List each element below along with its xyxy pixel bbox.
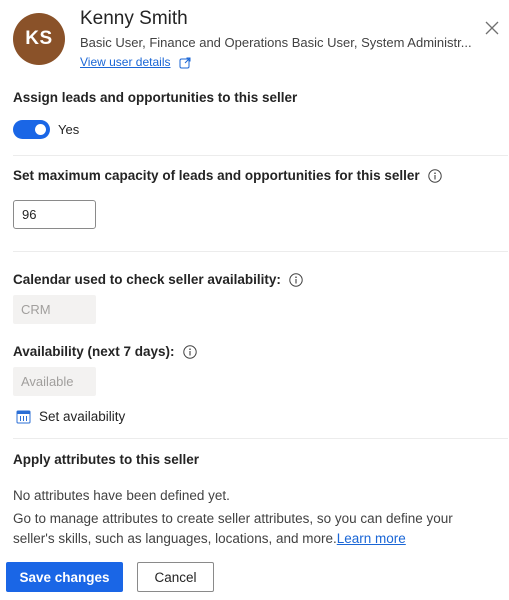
divider	[13, 251, 508, 252]
view-user-details-row: View user details	[80, 55, 191, 69]
capacity-title: Set maximum capacity of leads and opport…	[13, 168, 420, 183]
set-availability-label: Set availability	[39, 409, 126, 424]
close-icon	[485, 21, 499, 35]
attributes-empty-message: No attributes have been defined yet.	[13, 488, 230, 503]
attributes-title: Apply attributes to this seller	[13, 452, 200, 467]
attributes-description: Go to manage attributes to create seller…	[13, 509, 493, 549]
info-icon[interactable]	[289, 272, 303, 287]
calendar-section-title: Calendar used to check seller availabili…	[13, 272, 303, 287]
open-external-icon[interactable]	[179, 56, 191, 69]
calendar-icon	[16, 409, 31, 424]
calendar-field: CRM	[13, 295, 96, 324]
info-icon[interactable]	[427, 168, 442, 183]
assign-section-title: Assign leads and opportunities to this s…	[13, 90, 297, 105]
assign-title: Assign leads and opportunities to this s…	[13, 90, 298, 105]
divider	[13, 438, 508, 439]
cancel-button[interactable]: Cancel	[137, 562, 214, 592]
info-icon[interactable]	[182, 344, 197, 359]
capacity-section-title: Set maximum capacity of leads and opport…	[13, 168, 442, 183]
learn-more-link[interactable]: Learn more	[337, 531, 406, 546]
view-user-details-link[interactable]: View user details	[80, 55, 171, 69]
user-header: KS Kenny Smith Basic User, Finance and O…	[0, 0, 509, 80]
availability-field: Available	[13, 367, 96, 396]
calendar-title: Calendar used to check seller availabili…	[13, 272, 281, 287]
user-name: Kenny Smith	[80, 8, 188, 29]
set-availability-button[interactable]: Set availability	[16, 409, 125, 424]
save-changes-button[interactable]: Save changes	[6, 562, 123, 592]
divider	[13, 155, 508, 156]
user-roles: Basic User, Finance and Operations Basic…	[80, 35, 472, 50]
avatar: KS	[13, 13, 65, 65]
availability-title: Availability (next 7 days):	[13, 344, 175, 359]
assign-toggle-label: Yes	[58, 122, 80, 137]
assign-toggle[interactable]	[13, 120, 50, 139]
assign-toggle-row: Yes	[13, 120, 79, 139]
close-button[interactable]	[482, 18, 502, 38]
capacity-input[interactable]	[13, 200, 96, 229]
availability-section-title: Availability (next 7 days):	[13, 344, 197, 359]
attributes-section-title: Apply attributes to this seller	[13, 452, 199, 467]
